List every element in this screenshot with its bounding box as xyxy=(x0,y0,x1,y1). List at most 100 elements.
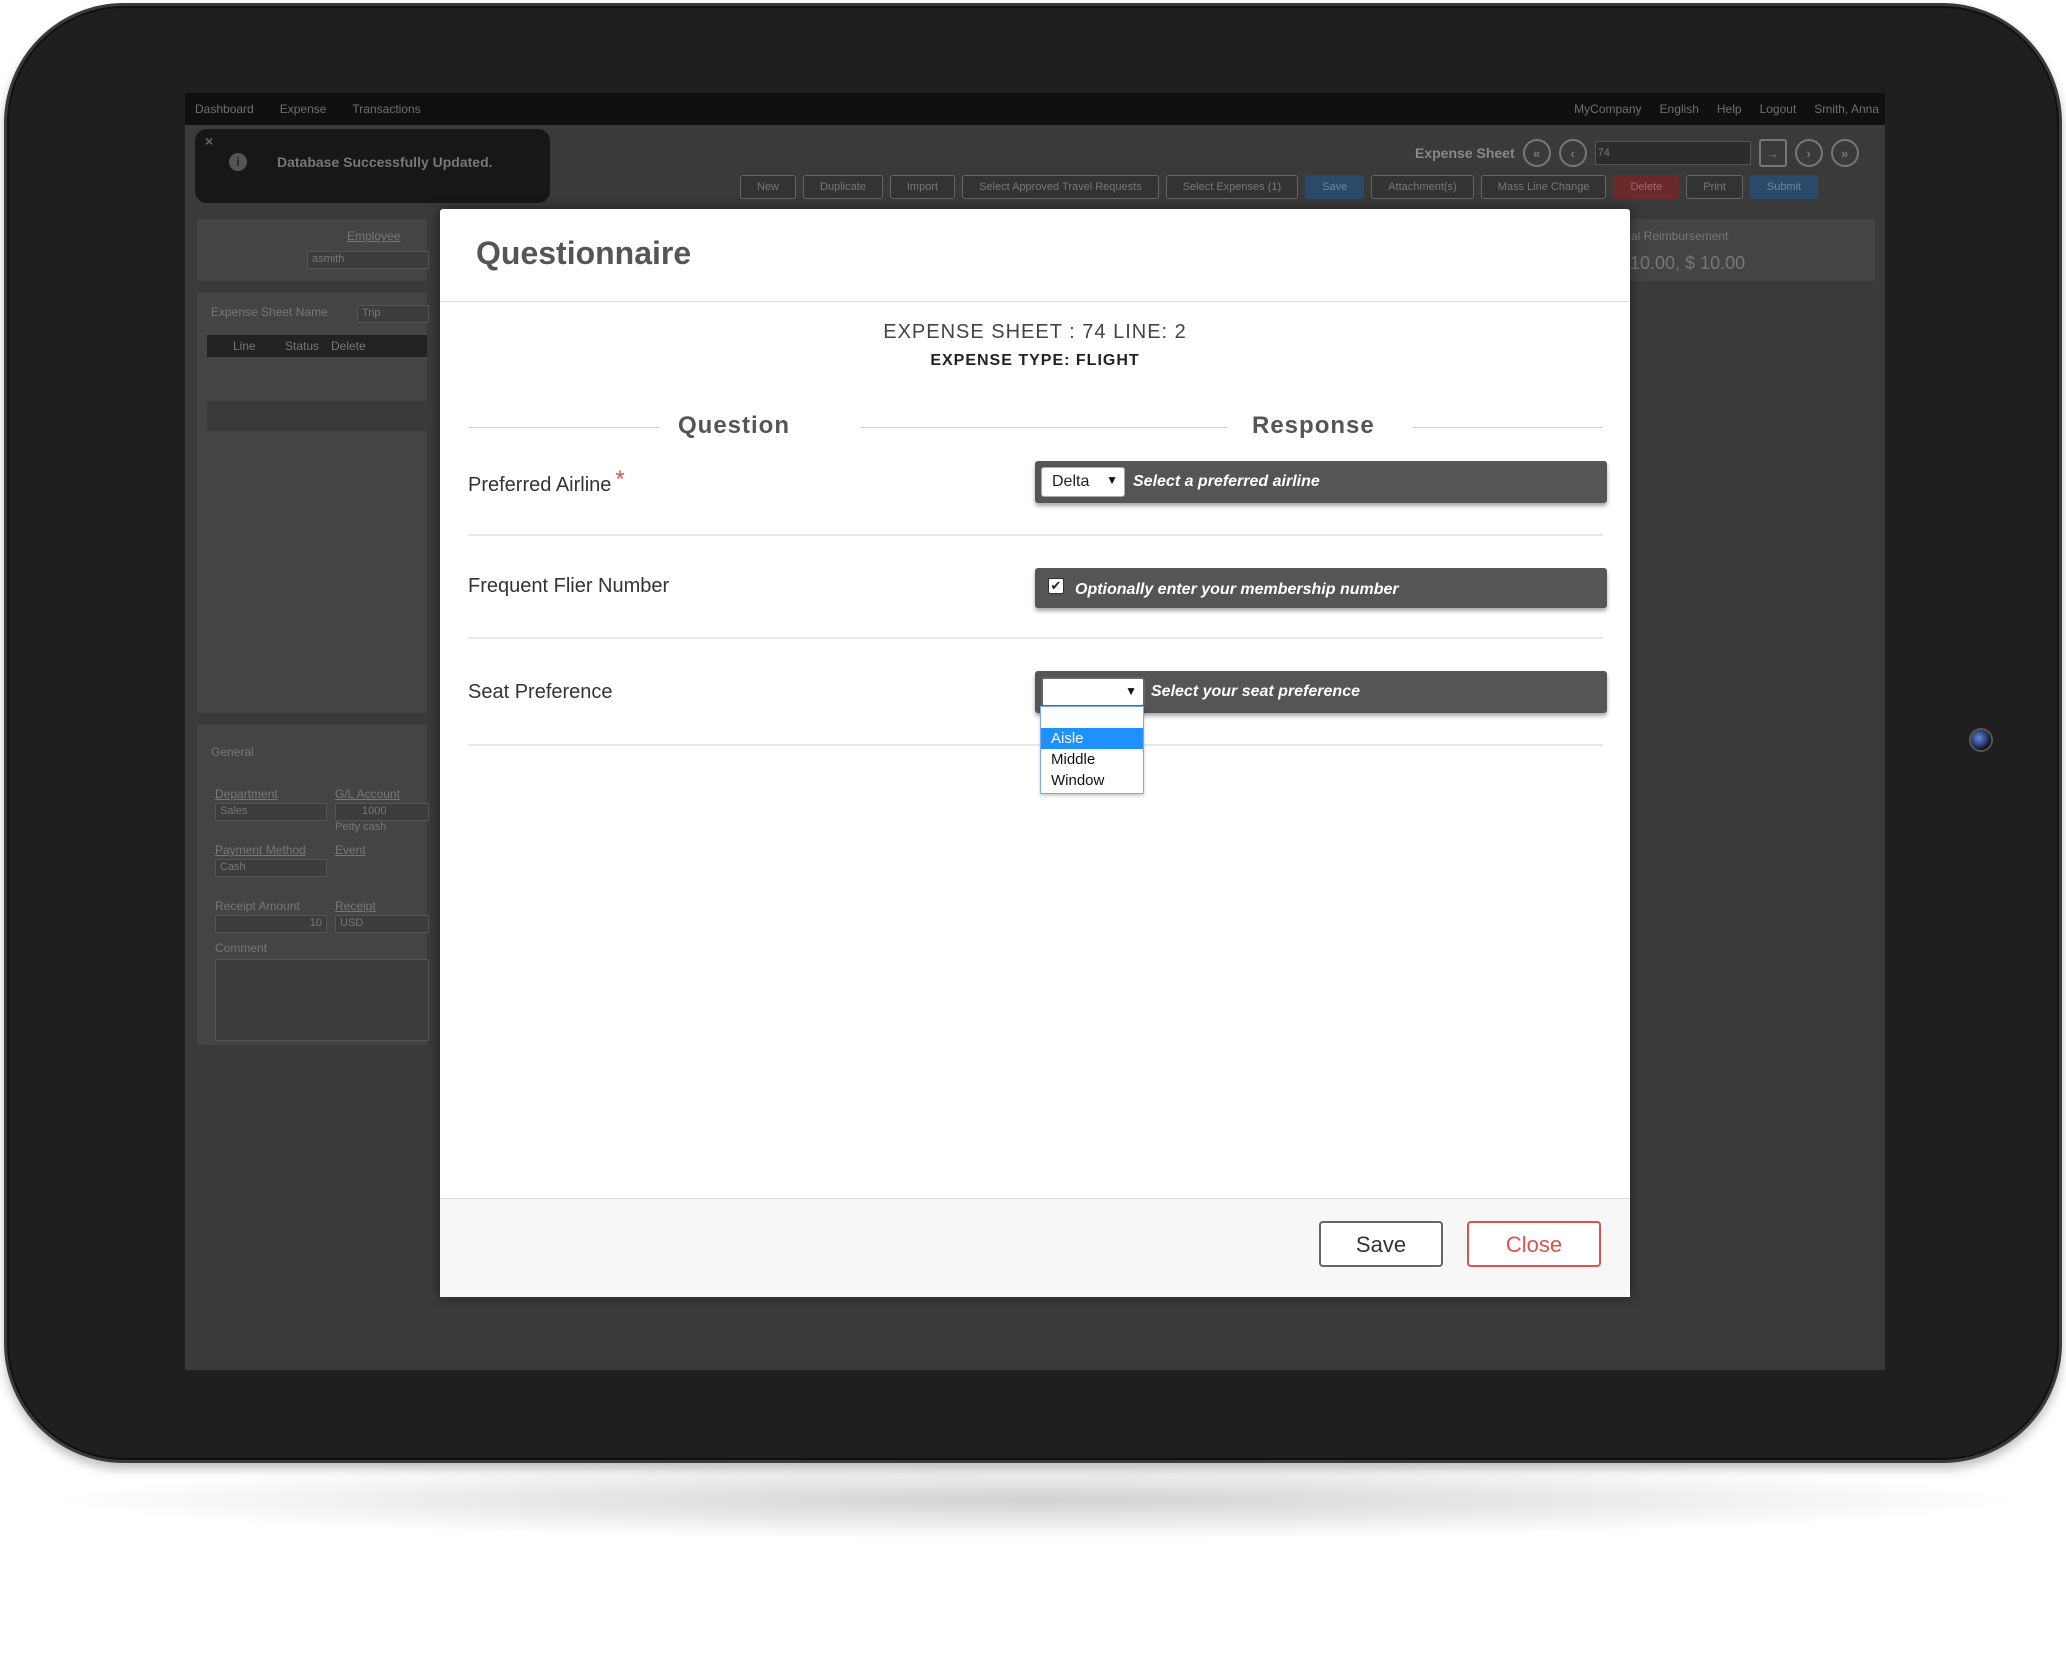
modal-header: Questionnaire xyxy=(440,209,1630,302)
modal-title: Questionnaire xyxy=(476,235,692,271)
nav-expense[interactable]: Expense xyxy=(280,102,327,116)
sheet-number-input[interactable] xyxy=(1594,141,1751,165)
select-travel-requests-button[interactable]: Select Approved Travel Requests xyxy=(962,175,1159,199)
receipt-currency-field[interactable]: USD xyxy=(335,915,429,933)
delete-header: Delete xyxy=(331,339,366,353)
success-toast: × i Database Successfully Updated. xyxy=(195,129,550,203)
receipt-amount-label: Receipt Amount xyxy=(215,899,300,913)
line-header: Line xyxy=(233,339,256,353)
department-value: Sales xyxy=(220,805,248,817)
chevron-down-icon: ▼ xyxy=(1106,473,1118,487)
payment-method-label: Payment Method xyxy=(215,843,306,857)
nav-language[interactable]: English xyxy=(1660,102,1699,116)
employee-panel: Employee asmith xyxy=(197,219,429,281)
nav-transactions[interactable]: Transactions xyxy=(352,102,420,116)
nav-help[interactable]: Help xyxy=(1717,102,1742,116)
question-seat-preference: Seat Preference xyxy=(468,681,613,703)
frequent-flier-checkbox[interactable]: ✔ xyxy=(1048,578,1064,594)
employee-value: asmith xyxy=(312,253,345,265)
sheet-navigator: Expense Sheet « ‹ → › » xyxy=(1415,139,1859,167)
nav-logout[interactable]: Logout xyxy=(1760,102,1797,116)
questionnaire-modal: Questionnaire EXPENSE SHEET : 74 LINE: 2… xyxy=(440,209,1630,1297)
frequent-flier-hint: Optionally enter your membership number xyxy=(1075,581,1399,598)
seat-option-aisle[interactable]: Aisle xyxy=(1041,728,1143,749)
duplicate-button[interactable]: Duplicate xyxy=(803,175,883,199)
top-navigation: Dashboard Expense Transactions MyCompany… xyxy=(185,93,1885,125)
close-button[interactable]: Close xyxy=(1467,1221,1601,1267)
seat-options-dropdown: Aisle Middle Window xyxy=(1040,706,1144,794)
gl-account-field[interactable]: 1000 xyxy=(335,803,429,821)
response-preferred-airline: Delta ▼ Select a preferred airline xyxy=(1035,461,1607,503)
event-label: Event xyxy=(335,843,366,857)
question-column-header: Question xyxy=(468,412,1056,442)
select-expenses-button[interactable]: Select Expenses (1) xyxy=(1165,175,1299,199)
airline-select[interactable]: Delta ▼ xyxy=(1041,467,1125,497)
row-divider xyxy=(468,637,1603,639)
prev-icon[interactable]: ‹ xyxy=(1558,139,1587,167)
expense-type: EXPENSE TYPE: FLIGHT xyxy=(930,352,1140,369)
delete-button[interactable]: Delete xyxy=(1613,175,1680,199)
row-divider xyxy=(468,534,1603,536)
reimbursement-label: Total Reimbursement xyxy=(1615,229,1729,243)
employee-field[interactable]: asmith xyxy=(307,251,429,269)
line-row-selected[interactable] xyxy=(207,401,427,431)
seat-option-middle[interactable]: Middle xyxy=(1041,749,1143,770)
expense-sheet-line: EXPENSE SHEET : 74 LINE: 2 xyxy=(883,321,1187,343)
reimbursement-value: $ 10.00, $ 10.00 xyxy=(1615,253,1746,273)
sheet-name-label: Expense Sheet Name xyxy=(211,305,328,319)
seat-option-window[interactable]: Window xyxy=(1041,770,1143,791)
payment-method-field[interactable]: Cash xyxy=(215,859,327,877)
import-button[interactable]: Import xyxy=(889,175,956,199)
nav-user[interactable]: Smith, Anna xyxy=(1814,102,1879,116)
employee-label: Employee xyxy=(347,229,401,243)
general-panel: General Department Sales G/L Account 100… xyxy=(197,725,429,1045)
attachments-button[interactable]: Attachment(s) xyxy=(1371,175,1474,199)
gl-account-sub: Petty cash xyxy=(335,821,387,833)
nav-dashboard[interactable]: Dashboard xyxy=(195,102,254,116)
question-header: Question xyxy=(678,412,791,439)
sheet-name-field[interactable]: Trip xyxy=(357,305,429,323)
print-button[interactable]: Print xyxy=(1686,175,1743,199)
seat-select[interactable]: ▼ xyxy=(1041,677,1145,707)
gl-account-value: 1000 xyxy=(362,805,387,817)
response-frequent-flier: ✔ Optionally enter your membership numbe… xyxy=(1035,568,1607,608)
tablet-shadow xyxy=(40,1460,2030,1540)
gl-account-label: G/L Account xyxy=(335,787,400,801)
tab-general[interactable]: General xyxy=(211,745,254,759)
next-icon[interactable]: › xyxy=(1794,139,1823,167)
receipt-amount-value: 10 xyxy=(309,917,322,929)
receipt-amount-field[interactable]: 10 xyxy=(215,915,327,933)
save-sheet-button[interactable]: Save xyxy=(1305,175,1365,199)
nav-company[interactable]: MyCompany xyxy=(1574,102,1641,116)
first-icon[interactable]: « xyxy=(1522,139,1551,167)
toolbar: New Duplicate Import Select Approved Tra… xyxy=(740,175,1819,199)
airline-select-value: Delta xyxy=(1052,473,1090,490)
response-column-header: Response xyxy=(1040,412,1602,442)
row-divider xyxy=(468,744,1603,746)
department-label: Department xyxy=(215,787,278,801)
reimbursement-panel: Total Reimbursement $ 10.00, $ 10.00 xyxy=(1605,219,1875,281)
save-button[interactable]: Save xyxy=(1319,1221,1443,1267)
submit-button[interactable]: Submit xyxy=(1749,175,1819,199)
chevron-down-icon: ▼ xyxy=(1125,684,1137,698)
mass-line-change-button[interactable]: Mass Line Change xyxy=(1480,175,1607,199)
info-icon: i xyxy=(229,153,247,171)
sheet-label: Expense Sheet xyxy=(1415,145,1515,161)
toast-message: Database Successfully Updated. xyxy=(277,154,493,170)
airline-hint: Select a preferred airline xyxy=(1133,473,1320,490)
last-icon[interactable]: » xyxy=(1830,139,1859,167)
comment-field[interactable] xyxy=(215,959,429,1041)
modal-footer: Save Close xyxy=(440,1198,1630,1297)
question-preferred-airline: Preferred Airline * xyxy=(468,466,625,498)
question-label: Preferred Airline xyxy=(468,474,612,496)
close-icon[interactable]: × xyxy=(205,133,213,149)
seat-hint: Select your seat preference xyxy=(1151,683,1360,700)
go-icon[interactable]: → xyxy=(1758,139,1787,167)
receipt-currency-value: USD xyxy=(340,917,364,929)
lines-panel: Expense Sheet Name Trip Line Status Dele… xyxy=(197,293,429,713)
new-button[interactable]: New xyxy=(740,175,797,199)
required-marker: * xyxy=(615,466,625,493)
camera-icon xyxy=(1969,728,1993,752)
sheet-name-value: Trip xyxy=(362,307,381,319)
department-field[interactable]: Sales xyxy=(215,803,327,821)
